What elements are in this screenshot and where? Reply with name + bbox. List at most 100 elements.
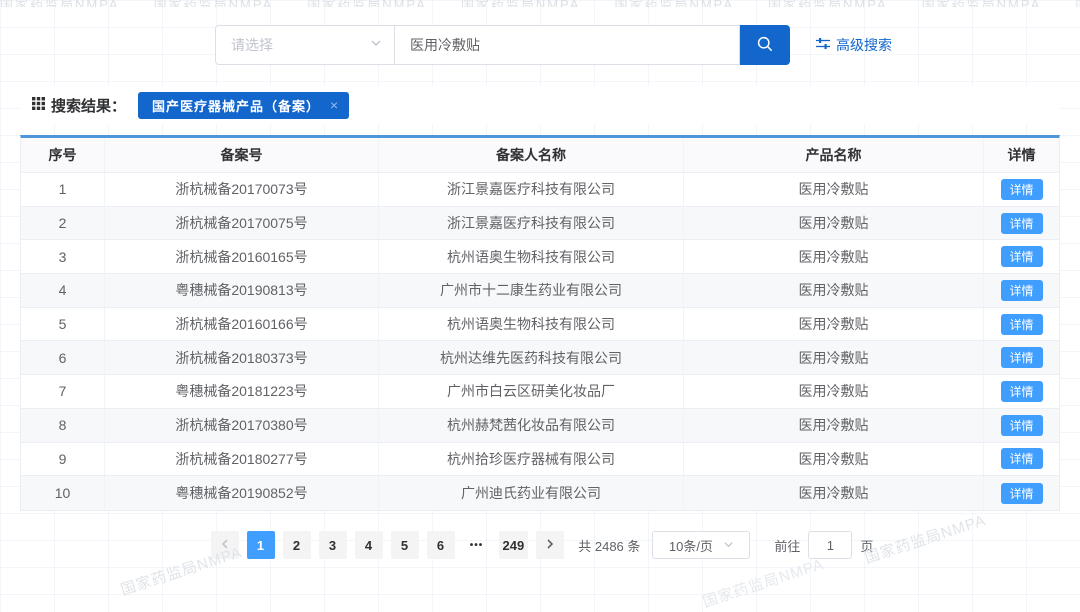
results-label-wrap: 搜索结果：: [32, 95, 126, 116]
results-bar: 搜索结果： 国产医疗器械产品（备案） ×: [20, 86, 1060, 124]
record-no-cell: 浙杭械备20180373号: [105, 341, 379, 376]
detail-button[interactable]: 详情: [1000, 380, 1043, 402]
table-row: 10 粤穗械备20190852号 广州迪氏药业有限公司 医用冷敷贴 详情: [21, 476, 1059, 510]
col-header-product: 产品名称: [684, 138, 984, 173]
product-cell: 医用冷敷贴: [684, 307, 984, 342]
table-row: 3 浙杭械备20160165号 杭州语奥生物科技有限公司 医用冷敷贴 详情: [21, 240, 1059, 275]
search-button[interactable]: [740, 25, 790, 65]
page-button-4[interactable]: 4: [354, 531, 383, 559]
category-select-placeholder: 请选择: [231, 37, 273, 53]
total-count-label: 共 2486 条: [578, 538, 641, 554]
company-cell: 浙江景嘉医疗科技有限公司: [379, 206, 684, 241]
search-icon: [755, 34, 775, 57]
company-cell: 浙江景嘉医疗科技有限公司: [379, 173, 684, 207]
table-row: 1 浙杭械备20170073号 浙江景嘉医疗科技有限公司 医用冷敷贴 详情: [21, 173, 1059, 207]
record-no-cell: 粤穗械备20190852号: [105, 476, 379, 510]
advanced-search-label: 高级搜索: [836, 37, 892, 53]
company-cell: 杭州达维先医药科技有限公司: [379, 341, 684, 376]
goto-prefix-label: 前往: [774, 538, 801, 554]
row-index-cell: 10: [21, 476, 105, 510]
company-cell: 杭州拾珍医疗器械有限公司: [379, 442, 684, 477]
page-button-1[interactable]: 1: [246, 531, 275, 559]
table-row: 7 粤穗械备20181223号 广州市白云区研美化妆品厂 医用冷敷贴 详情: [21, 375, 1059, 409]
filter-tag: 国产医疗器械产品（备案） ×: [138, 91, 350, 119]
sliders-icon: [816, 37, 830, 53]
search-bar: 请选择 高级搜索: [215, 25, 892, 65]
company-cell: 杭州语奥生物科技有限公司: [379, 240, 684, 275]
company-cell: 广州迪氏药业有限公司: [379, 476, 684, 510]
watermark-row-top: 国家药监局NMPA国家药监局NMPA国家药监局NMPA国家药监局NMPA国家药监…: [0, 0, 1080, 7]
col-header-detail: 详情: [984, 138, 1059, 173]
chevron-right-icon: [545, 538, 555, 553]
col-header-index: 序号: [21, 138, 105, 173]
row-index-cell: 7: [21, 375, 105, 409]
detail-button[interactable]: 详情: [1000, 178, 1043, 200]
product-cell: 医用冷敷贴: [684, 375, 984, 409]
detail-button[interactable]: 详情: [1000, 347, 1043, 369]
product-cell: 医用冷敷贴: [684, 240, 984, 275]
row-index-cell: 9: [21, 442, 105, 477]
col-header-company: 备案人名称: [379, 138, 684, 173]
row-index-cell: 4: [21, 274, 105, 308]
grid-icon: [32, 96, 45, 114]
row-index-cell: 8: [21, 408, 105, 443]
filter-tag-label: 国产医疗器械产品（备案）: [152, 98, 321, 114]
record-no-cell: 浙杭械备20170073号: [105, 173, 379, 207]
row-index-cell: 6: [21, 341, 105, 376]
product-cell: 医用冷敷贴: [684, 173, 984, 207]
record-no-cell: 浙杭械备20160165号: [105, 240, 379, 275]
product-cell: 医用冷敷贴: [684, 442, 984, 477]
tag-close-icon[interactable]: ×: [330, 97, 339, 113]
detail-button[interactable]: 详情: [1000, 448, 1043, 470]
product-cell: 医用冷敷贴: [684, 341, 984, 376]
page-button-3[interactable]: 3: [318, 531, 347, 559]
page-size-select[interactable]: 10条/页: [652, 531, 751, 559]
watermark-bottom-center: 国家药监局NMPA: [700, 555, 827, 612]
record-no-cell: 浙杭械备20170075号: [105, 206, 379, 241]
next-page-button[interactable]: [536, 531, 565, 559]
goto-page: 前往 页: [774, 531, 873, 559]
company-cell: 广州市十二康生药业有限公司: [379, 274, 684, 308]
detail-button[interactable]: 详情: [1000, 246, 1043, 268]
table-row: 2 浙杭械备20170075号 浙江景嘉医疗科技有限公司 医用冷敷贴 详情: [21, 206, 1059, 241]
results-table: 序号 备案号 备案人名称 产品名称 详情 1 浙杭械备20170073号 浙江景…: [20, 135, 1060, 511]
chevron-down-icon: [370, 36, 382, 54]
row-index-cell: 3: [21, 240, 105, 275]
product-cell: 医用冷敷贴: [684, 274, 984, 308]
row-index-cell: 5: [21, 307, 105, 342]
record-no-cell: 浙杭械备20180277号: [105, 442, 379, 477]
product-cell: 医用冷敷贴: [684, 206, 984, 241]
company-cell: 杭州语奥生物科技有限公司: [379, 307, 684, 342]
record-no-cell: 粤穗械备20181223号: [105, 375, 379, 409]
company-cell: 广州市白云区研美化妆品厂: [379, 375, 684, 409]
search-input[interactable]: [395, 25, 740, 65]
table-row: 9 浙杭械备20180277号 杭州拾珍医疗器械有限公司 医用冷敷贴 详情: [21, 442, 1059, 477]
row-index-cell: 2: [21, 206, 105, 241]
category-select[interactable]: 请选择: [215, 25, 395, 65]
table-row: 4 粤穗械备20190813号 广州市十二康生药业有限公司 医用冷敷贴 详情: [21, 274, 1059, 308]
page-size-value: 10条/页: [668, 538, 713, 554]
results-label: 搜索结果：: [51, 97, 127, 115]
detail-button[interactable]: 详情: [1000, 313, 1043, 335]
record-no-cell: 浙杭械备20170380号: [105, 408, 379, 443]
detail-button[interactable]: 详情: [1000, 414, 1043, 436]
chevron-down-icon: [723, 538, 734, 553]
record-no-cell: 浙杭械备20160166号: [105, 307, 379, 342]
row-index-cell: 1: [21, 173, 105, 207]
record-no-cell: 粤穗械备20190813号: [105, 274, 379, 308]
detail-button[interactable]: 详情: [1000, 279, 1043, 301]
detail-button[interactable]: 详情: [1000, 482, 1043, 504]
table-header-row: 序号 备案号 备案人名称 产品名称 详情: [21, 138, 1059, 173]
page-button-last[interactable]: 249: [498, 531, 529, 559]
advanced-search-link[interactable]: 高级搜索: [816, 35, 892, 55]
page-button-5[interactable]: 5: [390, 531, 419, 559]
page-button-6[interactable]: 6: [426, 531, 455, 559]
company-cell: 杭州赫梵茜化妆品有限公司: [379, 408, 684, 443]
table-row: 8 浙杭械备20170380号 杭州赫梵茜化妆品有限公司 医用冷敷贴 详情: [21, 408, 1059, 443]
detail-button[interactable]: 详情: [1000, 212, 1043, 234]
table-row: 6 浙杭械备20180373号 杭州达维先医药科技有限公司 医用冷敷贴 详情: [21, 341, 1059, 376]
page-button-2[interactable]: 2: [282, 531, 311, 559]
more-pages-button[interactable]: •••: [463, 531, 491, 559]
col-header-record-no: 备案号: [105, 138, 379, 173]
product-cell: 医用冷敷贴: [684, 408, 984, 443]
